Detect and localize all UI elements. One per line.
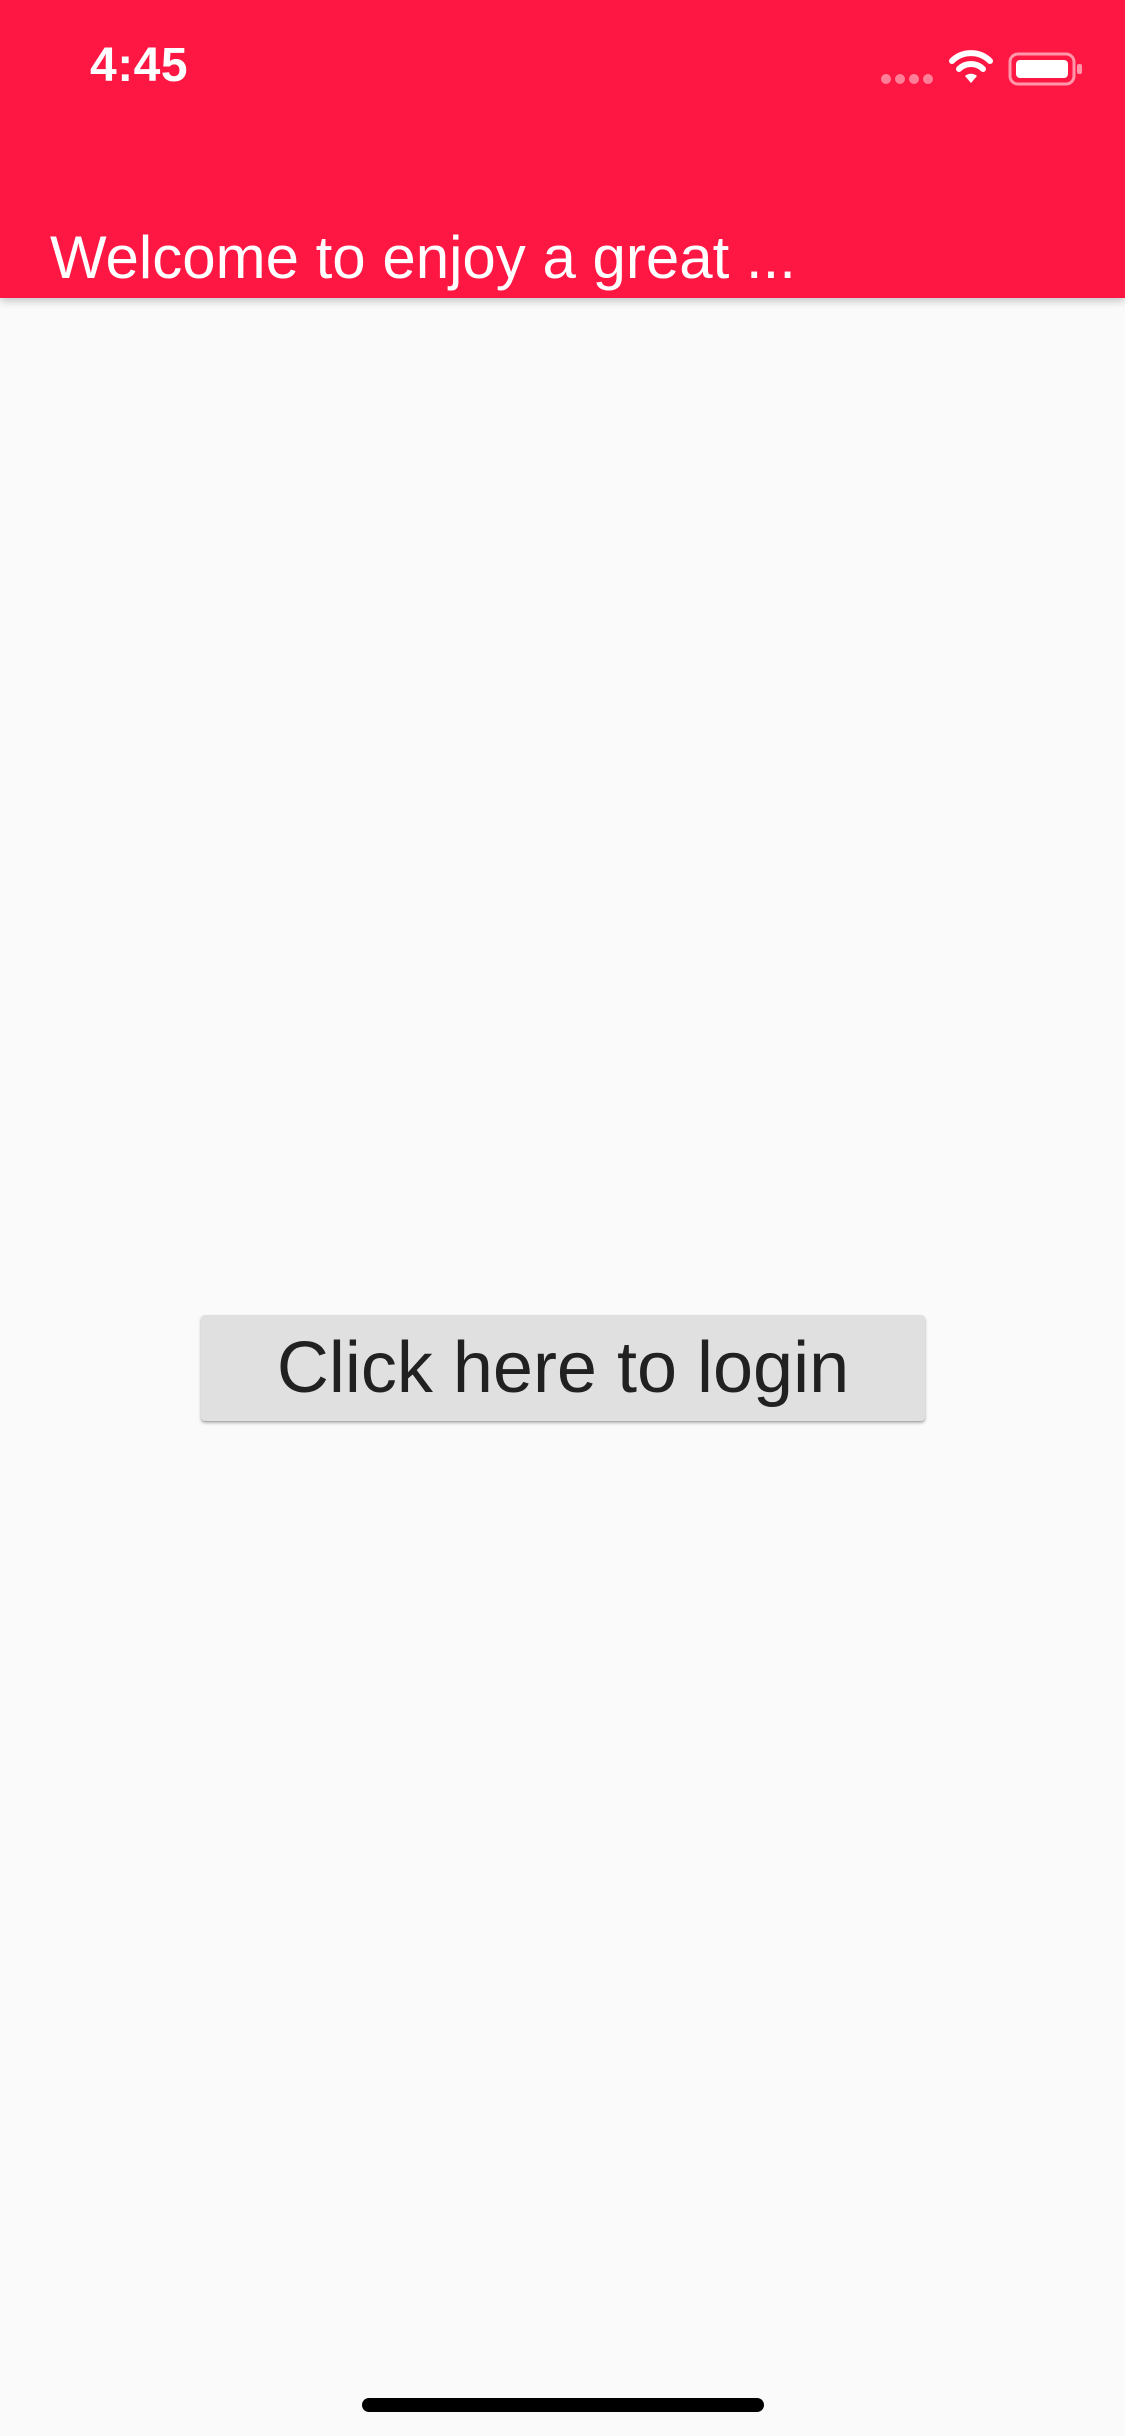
page-title: Welcome to enjoy a great ... [50,224,796,292]
home-indicator[interactable] [362,2398,764,2412]
status-time: 4:45 [90,39,189,92]
status-bar: 4:45 [0,0,1125,132]
cellular-signal-icon [881,74,933,84]
login-button[interactable]: Click here to login [201,1315,925,1421]
wifi-icon [949,50,993,83]
app-bar: 4:45 Welcome to enjoy a great ... [0,0,1125,298]
battery-icon [1008,52,1082,86]
